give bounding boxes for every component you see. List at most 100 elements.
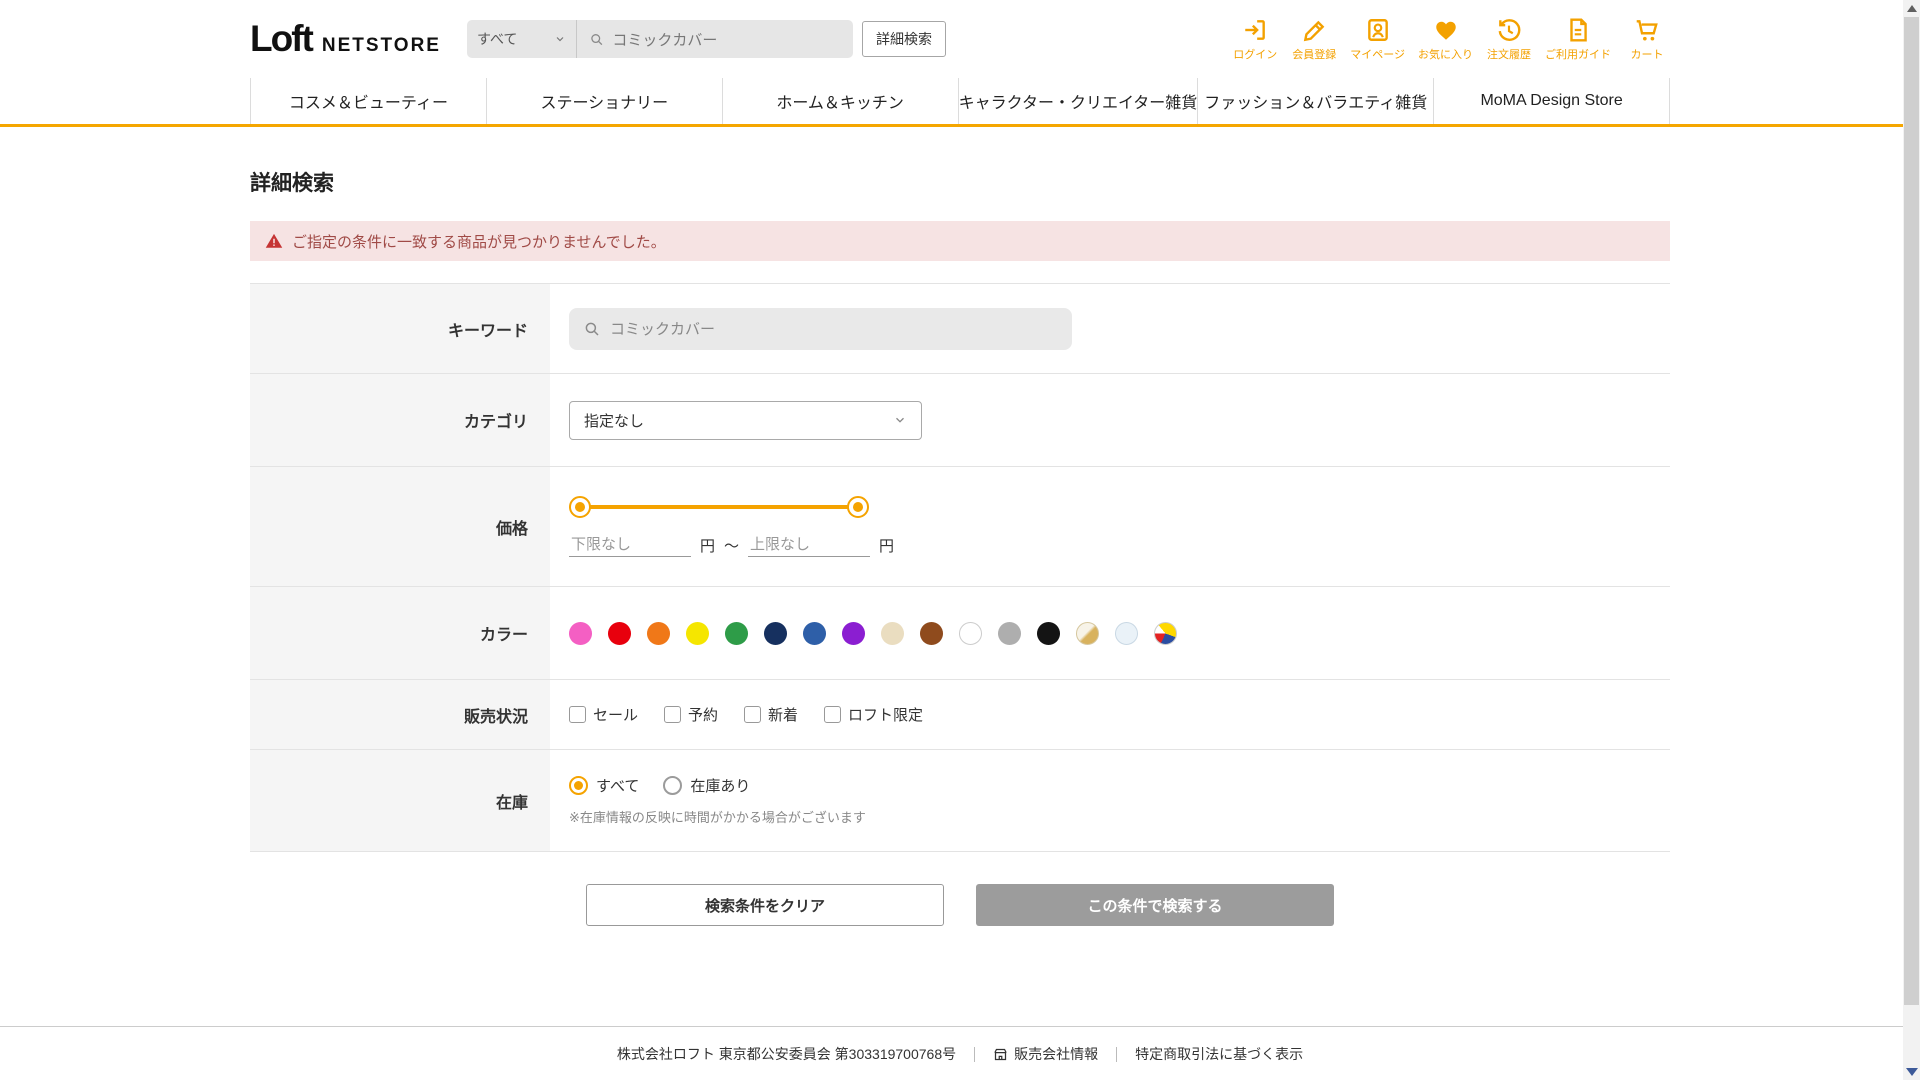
warning-icon bbox=[265, 233, 283, 248]
color-swatch-red[interactable] bbox=[608, 621, 631, 645]
page-title: 詳細検索 bbox=[250, 172, 334, 195]
checkbox-box[interactable] bbox=[824, 706, 842, 723]
price-inputs: 円 ～ 円 bbox=[569, 533, 894, 557]
clear-conditions-button[interactable]: 検索条件をクリア bbox=[586, 884, 944, 926]
category-label: カテゴリ bbox=[250, 374, 550, 466]
footer-link-company-info[interactable]: 販売会社情報 bbox=[975, 1044, 1116, 1064]
color-swatch-yellow[interactable] bbox=[686, 621, 709, 645]
category-row: カテゴリ 指定なし bbox=[250, 374, 1670, 467]
radio-label: すべて bbox=[596, 778, 640, 795]
color-swatch-navy[interactable] bbox=[764, 621, 787, 645]
cart-icon bbox=[1636, 19, 1658, 41]
scroll-up-icon[interactable] bbox=[1903, 0, 1920, 17]
color-swatch-multicolor[interactable] bbox=[1154, 621, 1177, 645]
utility-favorites[interactable]: お気に入り bbox=[1418, 17, 1473, 62]
keyword-label: キーワード bbox=[250, 284, 550, 373]
nav-item-fashion-variety[interactable]: ファッション＆バラエティ雑貨 bbox=[1197, 78, 1433, 124]
search-category-select[interactable]: すべて bbox=[467, 20, 577, 58]
radio-label: 在庫あり bbox=[690, 778, 751, 795]
utility-guide[interactable]: ご利用ガイド bbox=[1545, 17, 1611, 62]
radio-in-stock[interactable]: 在庫あり bbox=[663, 775, 750, 796]
price-min-input[interactable] bbox=[569, 533, 691, 557]
price-row: 価格 円 ～ 円 bbox=[250, 467, 1670, 587]
color-swatch-white[interactable] bbox=[959, 621, 982, 645]
detail-search-button[interactable]: 詳細検索 bbox=[861, 21, 946, 57]
color-swatch-purple[interactable] bbox=[842, 621, 865, 645]
alert-message: ご指定の条件に一致する商品が見つかりませんでした。 bbox=[292, 233, 666, 251]
checkbox-box[interactable] bbox=[664, 706, 682, 723]
radio-button[interactable] bbox=[663, 776, 683, 795]
checkbox-box[interactable] bbox=[569, 706, 586, 723]
utility-label: マイページ bbox=[1350, 48, 1405, 61]
color-swatch-beige[interactable] bbox=[881, 621, 904, 645]
utility-login[interactable]: ログイン bbox=[1232, 17, 1278, 62]
no-results-alert: ご指定の条件に一致する商品が見つかりませんでした。 bbox=[250, 221, 1670, 261]
color-swatch-orange[interactable] bbox=[647, 621, 670, 645]
utility-cart[interactable]: カート bbox=[1624, 17, 1670, 62]
utility-register[interactable]: 会員登録 bbox=[1291, 17, 1337, 62]
heart-icon bbox=[1435, 21, 1456, 40]
price-max-input[interactable] bbox=[748, 533, 871, 557]
scroll-down-icon[interactable] bbox=[1903, 1063, 1920, 1080]
yen-label-max: 円 bbox=[879, 537, 895, 555]
category-select[interactable]: 指定なし bbox=[569, 400, 922, 440]
utility-label: カート bbox=[1630, 48, 1664, 61]
nav-item-stationery[interactable]: ステーショナリー bbox=[485, 78, 722, 124]
utility-label: 注文履歴 bbox=[1487, 48, 1531, 61]
utility-label: お気に入り bbox=[1418, 48, 1473, 61]
chevron-down-icon bbox=[896, 417, 904, 423]
utility-mypage[interactable]: マイページ bbox=[1350, 17, 1405, 62]
utility-order-history[interactable]: 注文履歴 bbox=[1486, 17, 1532, 62]
color-swatch-clear[interactable] bbox=[1115, 621, 1138, 645]
checkbox-box[interactable] bbox=[744, 706, 762, 723]
stock-options: すべて 在庫あり bbox=[569, 775, 750, 796]
nav-item-cosmetics[interactable]: コスメ＆ビューティー bbox=[250, 78, 486, 124]
checkbox-sale[interactable]: セール bbox=[569, 704, 638, 725]
slider-track bbox=[580, 505, 858, 509]
loft-logo[interactable]: Loft NETSTORE bbox=[250, 18, 441, 60]
radio-all[interactable]: すべて bbox=[569, 775, 639, 796]
history-clock-icon bbox=[1498, 18, 1521, 41]
price-min-handle[interactable] bbox=[569, 496, 591, 518]
utility-label: ログイン bbox=[1233, 48, 1278, 61]
checkbox-loft-limited[interactable]: ロフト限定 bbox=[824, 704, 923, 725]
color-row: カラー bbox=[250, 587, 1670, 680]
price-range-slider[interactable] bbox=[569, 496, 869, 518]
keyword-search-box bbox=[569, 307, 1072, 350]
utility-nav: ログイン 会員登録 マイページ お気に入り 注文履歴 ご利用ガイド カート bbox=[1232, 17, 1670, 62]
color-swatch-black[interactable] bbox=[1037, 621, 1060, 645]
sales-status-label: 販売状況 bbox=[250, 680, 550, 749]
price-label: 価格 bbox=[250, 467, 550, 586]
color-swatch-gray[interactable] bbox=[998, 621, 1021, 645]
logo-loft-text: Loft bbox=[250, 18, 314, 59]
sales-status-options: セール 予約 新着 ロフト限定 bbox=[569, 704, 923, 725]
advanced-search-form: キーワード カテゴリ 指定なし bbox=[250, 283, 1670, 852]
checkbox-label: 予約 bbox=[688, 707, 719, 724]
store-icon bbox=[994, 1048, 1007, 1060]
header-search-input[interactable] bbox=[612, 30, 841, 48]
checkbox-reservation[interactable]: 予約 bbox=[664, 704, 718, 725]
checkbox-label: 新着 bbox=[768, 707, 799, 724]
price-max-handle[interactable] bbox=[847, 496, 869, 518]
color-swatch-pink[interactable] bbox=[569, 621, 592, 645]
search-category-value: すべて bbox=[476, 31, 518, 47]
radio-button-selected[interactable] bbox=[569, 776, 588, 795]
footer-link-tokushoho[interactable]: 特定商取引法に基づく表示 bbox=[1117, 1044, 1321, 1064]
color-swatch-blue[interactable] bbox=[803, 621, 826, 645]
color-swatch-brown[interactable] bbox=[920, 621, 943, 645]
range-separator: ～ bbox=[724, 537, 740, 555]
sales-status-row: 販売状況 セール 予約 新着 ロフト限定 bbox=[250, 680, 1670, 750]
vertical-scrollbar[interactable] bbox=[1903, 0, 1920, 1080]
keyword-input[interactable] bbox=[610, 320, 1058, 337]
search-icon bbox=[585, 322, 599, 336]
scrollbar-thumb[interactable] bbox=[1904, 17, 1919, 1005]
nav-item-home-kitchen[interactable]: ホーム＆キッチン bbox=[721, 78, 958, 124]
nav-item-moma[interactable]: MoMA Design Store bbox=[1433, 78, 1671, 124]
search-submit-button[interactable]: この条件で検索する bbox=[976, 884, 1334, 926]
nav-item-character-goods[interactable]: キャラクター・クリエイター雑貨 bbox=[957, 78, 1197, 124]
color-swatch-gold[interactable] bbox=[1076, 621, 1099, 645]
search-icon bbox=[591, 33, 603, 45]
color-swatch-green[interactable] bbox=[725, 621, 748, 645]
checkbox-new-arrival[interactable]: 新着 bbox=[744, 704, 798, 725]
category-selected-value: 指定なし bbox=[584, 412, 645, 430]
